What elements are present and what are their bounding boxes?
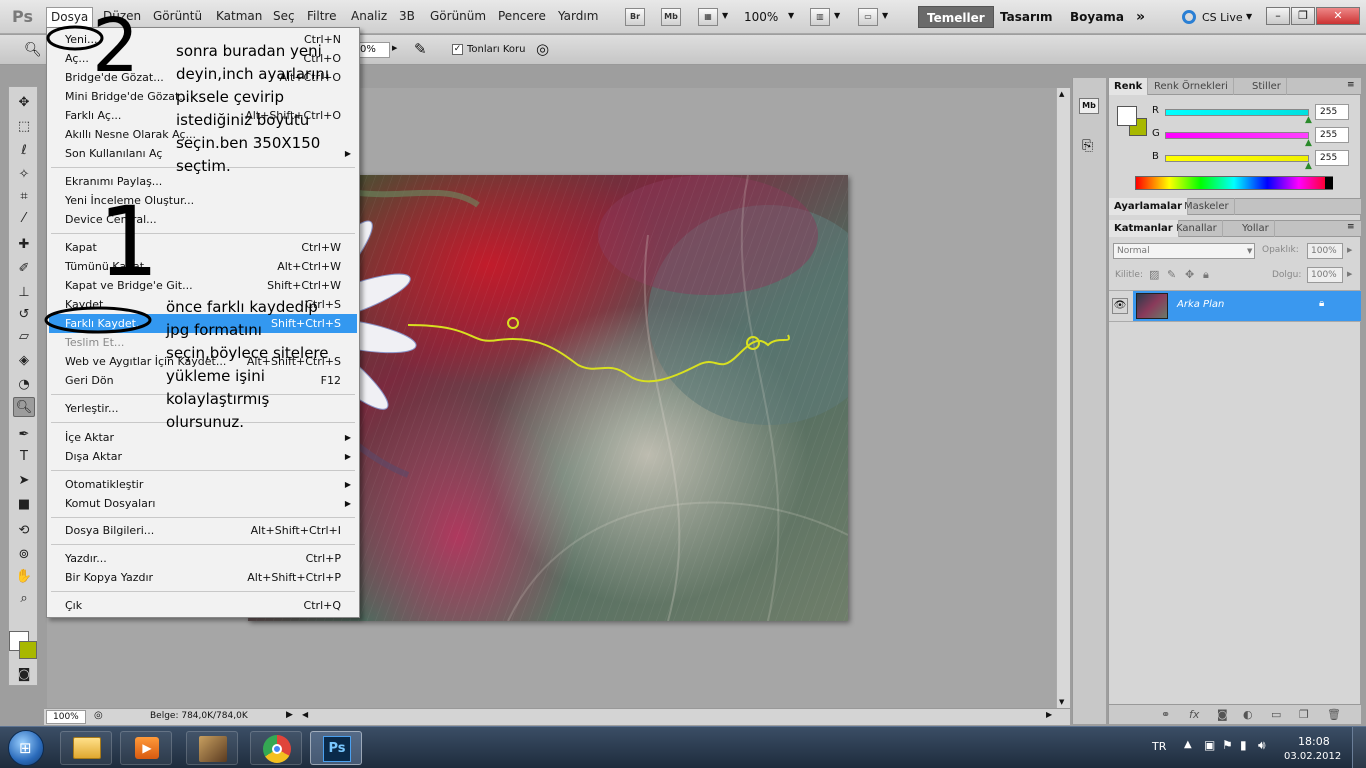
chrome-center-icon (272, 744, 282, 754)
taskbar-game[interactable] (186, 731, 238, 765)
annotation-number-1: 1 (98, 186, 160, 298)
taskbar-chrome[interactable] (250, 731, 302, 765)
annotation-number-2: 2 (92, 3, 140, 89)
language-indicator[interactable]: TR (1152, 740, 1166, 753)
network-icon[interactable]: ▮ (1240, 738, 1247, 752)
annotation-note-top: sonra buradan yeni deyin,inch ayarlarını… (176, 42, 330, 175)
annotation-circle-farkli-kaydet (44, 306, 152, 334)
start-button[interactable]: ⊞ (8, 730, 44, 766)
photoshop-window: Ps Dosya Düzen Görüntü Katman Seç Filtre… (0, 0, 1366, 768)
photoshop-icon: Ps (323, 736, 351, 762)
clock-date[interactable]: 03.02.2012 (1284, 751, 1341, 762)
taskbar-media-player[interactable]: ▶ (120, 731, 172, 765)
folder-icon (73, 737, 101, 759)
tray-expand-icon[interactable]: ▲ (1184, 739, 1192, 750)
clock-time[interactable]: 18:08 (1298, 735, 1330, 748)
volume-icon[interactable]: 🔊︎ (1258, 738, 1266, 753)
show-desktop-button[interactable] (1352, 727, 1366, 768)
tray-device-icon[interactable]: ▣ (1204, 738, 1215, 752)
taskbar-photoshop[interactable]: Ps (310, 731, 362, 765)
annotation-note-bottom: önce farklı kaydedip jpg formatını seçin… (166, 298, 329, 431)
windows-logo-icon: ⊞ (19, 739, 32, 757)
game-icon (199, 736, 227, 762)
media-player-icon: ▶ (135, 737, 159, 759)
tray-flag-icon[interactable]: ⚑ (1222, 738, 1233, 752)
windows-taskbar: ⊞ ▶ Ps TR ▲ ▣ ⚑ ▮ 🔊︎ 18:08 03.02.2012 (0, 726, 1366, 768)
taskbar-explorer[interactable] (60, 731, 112, 765)
